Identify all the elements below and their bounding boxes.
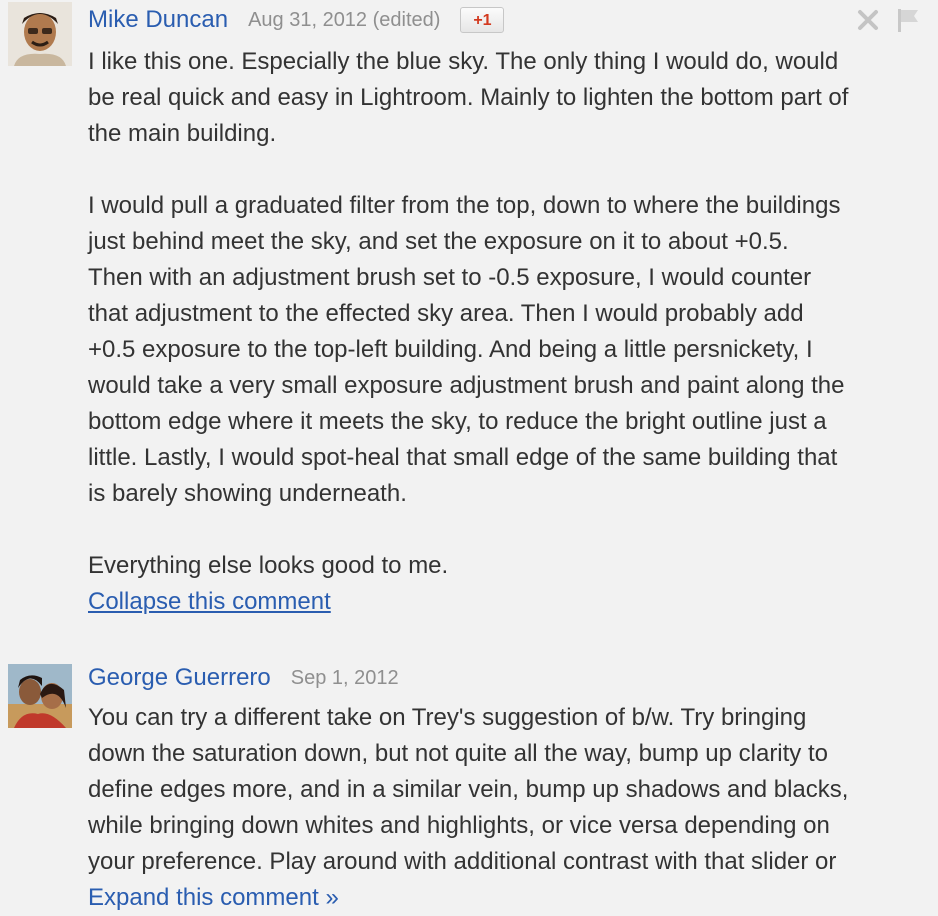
comment-body: George Guerrero Sep 1, 2012 You can try … xyxy=(88,658,930,916)
avatar-photo-icon xyxy=(8,664,72,728)
comment-paragraph: You can try a different take on Trey's s… xyxy=(88,704,849,875)
comment-date: Sep 1, 2012 xyxy=(290,666,399,689)
comment-body: Mike Duncan Aug 31, 2012 (edited) +1 I l… xyxy=(88,0,930,620)
avatar-photo-icon xyxy=(8,2,72,66)
comment-tools xyxy=(854,0,922,40)
comment-paragraph: I would pull a graduated filter from the… xyxy=(88,192,845,507)
comment: Mike Duncan Aug 31, 2012 (edited) +1 I l… xyxy=(0,0,938,630)
comment-header: George Guerrero Sep 1, 2012 xyxy=(88,658,930,698)
avatar[interactable] xyxy=(8,2,72,66)
comment-paragraph: I like this one. Especially the blue sky… xyxy=(88,48,849,147)
author-name[interactable]: Mike Duncan xyxy=(88,6,228,34)
plus-one-button[interactable]: +1 xyxy=(460,7,505,33)
collapse-comment-link[interactable]: Collapse this comment xyxy=(88,584,331,620)
expand-comment-link[interactable]: Expand this comment » xyxy=(88,880,339,916)
comment-date: Aug 31, 2012 (edited) xyxy=(248,8,441,31)
comment: George Guerrero Sep 1, 2012 You can try … xyxy=(0,658,938,914)
close-icon[interactable] xyxy=(854,6,882,34)
comment-header: Mike Duncan Aug 31, 2012 (edited) +1 xyxy=(88,0,930,40)
author-name[interactable]: George Guerrero xyxy=(88,664,271,692)
comment-paragraph: Everything else looks good to me. xyxy=(88,552,449,579)
flag-icon[interactable] xyxy=(894,6,922,34)
avatar[interactable] xyxy=(8,664,72,728)
